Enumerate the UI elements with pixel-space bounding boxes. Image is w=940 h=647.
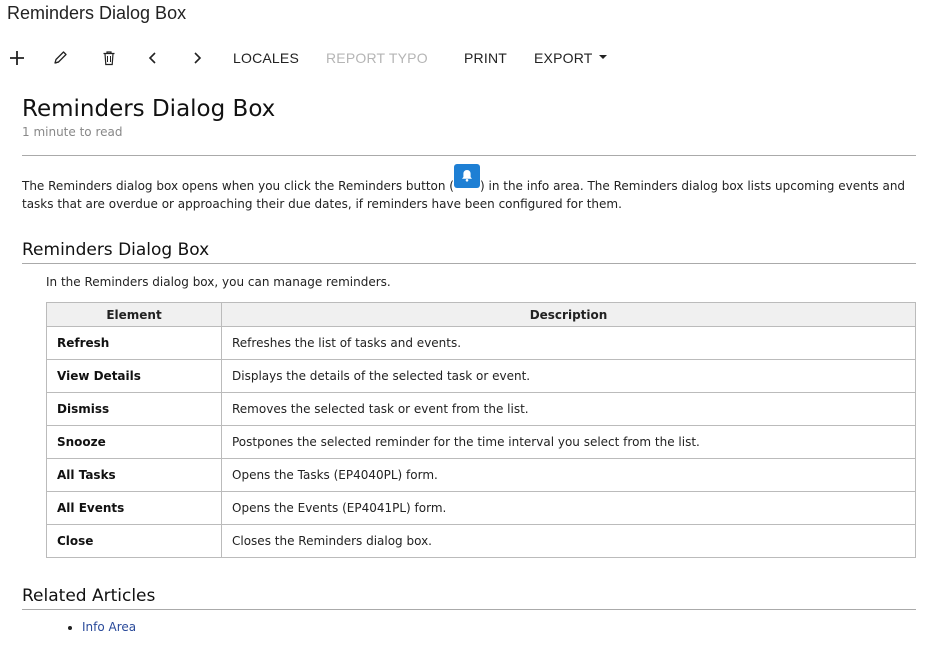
element-cell: All Events: [46, 491, 222, 525]
table-row: Refresh Refreshes the list of tasks and …: [46, 326, 916, 360]
window-title: Reminders Dialog Box: [7, 3, 187, 23]
table-row: View Details Displays the details of the…: [46, 359, 916, 393]
element-cell: Close: [46, 524, 222, 558]
bell-icon: [461, 170, 472, 182]
element-cell: View Details: [46, 359, 222, 393]
edit-button[interactable]: [46, 44, 74, 72]
section-divider: [22, 263, 916, 264]
column-header-description: Description: [221, 302, 916, 327]
element-cell: Snooze: [46, 425, 222, 459]
description-cell: Opens the Events (EP4041PL) form.: [221, 491, 916, 525]
plus-icon: [9, 50, 25, 66]
description-cell: Postpones the selected reminder for the …: [221, 425, 916, 459]
description-cell: Refreshes the list of tasks and events.: [221, 326, 916, 360]
chevron-left-icon: [146, 51, 160, 65]
pencil-icon: [52, 50, 68, 66]
export-dropdown[interactable]: EXPORT: [534, 44, 607, 72]
element-cell: All Tasks: [46, 458, 222, 492]
section-heading: Reminders Dialog Box: [22, 240, 210, 260]
table-row: All Tasks Opens the Tasks (EP4040PL) for…: [46, 458, 916, 492]
trash-icon: [101, 50, 117, 66]
print-button[interactable]: PRINT: [464, 44, 507, 72]
column-header-element: Element: [46, 302, 222, 327]
page-title: Reminders Dialog Box: [22, 96, 276, 122]
description-cell: Removes the selected task or event from …: [221, 392, 916, 426]
toolbar: LOCALES REPORT TYPO PRINT EXPORT: [0, 44, 940, 72]
related-articles-list: Info Area: [22, 620, 916, 634]
title-divider: [22, 155, 916, 156]
table-row: Dismiss Removes the selected task or eve…: [46, 392, 916, 426]
intro-text-before: The Reminders dialog box opens when you …: [22, 179, 454, 193]
related-divider: [22, 609, 916, 610]
caret-down-icon: [598, 54, 607, 59]
description-cell: Opens the Tasks (EP4040PL) form.: [221, 458, 916, 492]
elements-table: Element Description Refresh Refreshes th…: [46, 302, 916, 558]
related-articles-heading: Related Articles: [22, 586, 156, 606]
description-cell: Closes the Reminders dialog box.: [221, 524, 916, 558]
previous-button[interactable]: [139, 44, 167, 72]
chevron-right-icon: [190, 51, 204, 65]
info-area-link[interactable]: Info Area: [82, 620, 136, 634]
table-row: Close Closes the Reminders dialog box.: [46, 524, 916, 558]
reminders-button-image: [453, 164, 480, 188]
intro-paragraph: The Reminders dialog box opens when you …: [22, 164, 916, 213]
next-button[interactable]: [183, 44, 211, 72]
delete-button[interactable]: [95, 44, 123, 72]
description-cell: Displays the details of the selected tas…: [221, 359, 916, 393]
table-row: All Events Opens the Events (EP4041PL) f…: [46, 491, 916, 525]
article: Reminders Dialog Box 1 minute to read Th…: [22, 94, 916, 634]
report-typo-button[interactable]: REPORT TYPO: [326, 44, 428, 72]
element-cell: Dismiss: [46, 392, 222, 426]
table-header-row: Element Description: [46, 302, 916, 327]
export-label: EXPORT: [534, 50, 593, 66]
list-item: Info Area: [82, 620, 916, 634]
read-time: 1 minute to read: [22, 125, 123, 139]
table-row: Snooze Postpones the selected reminder f…: [46, 425, 916, 459]
element-cell: Refresh: [46, 326, 222, 360]
locales-button[interactable]: LOCALES: [233, 44, 299, 72]
add-button[interactable]: [3, 44, 31, 72]
section-intro: In the Reminders dialog box, you can man…: [46, 275, 391, 289]
